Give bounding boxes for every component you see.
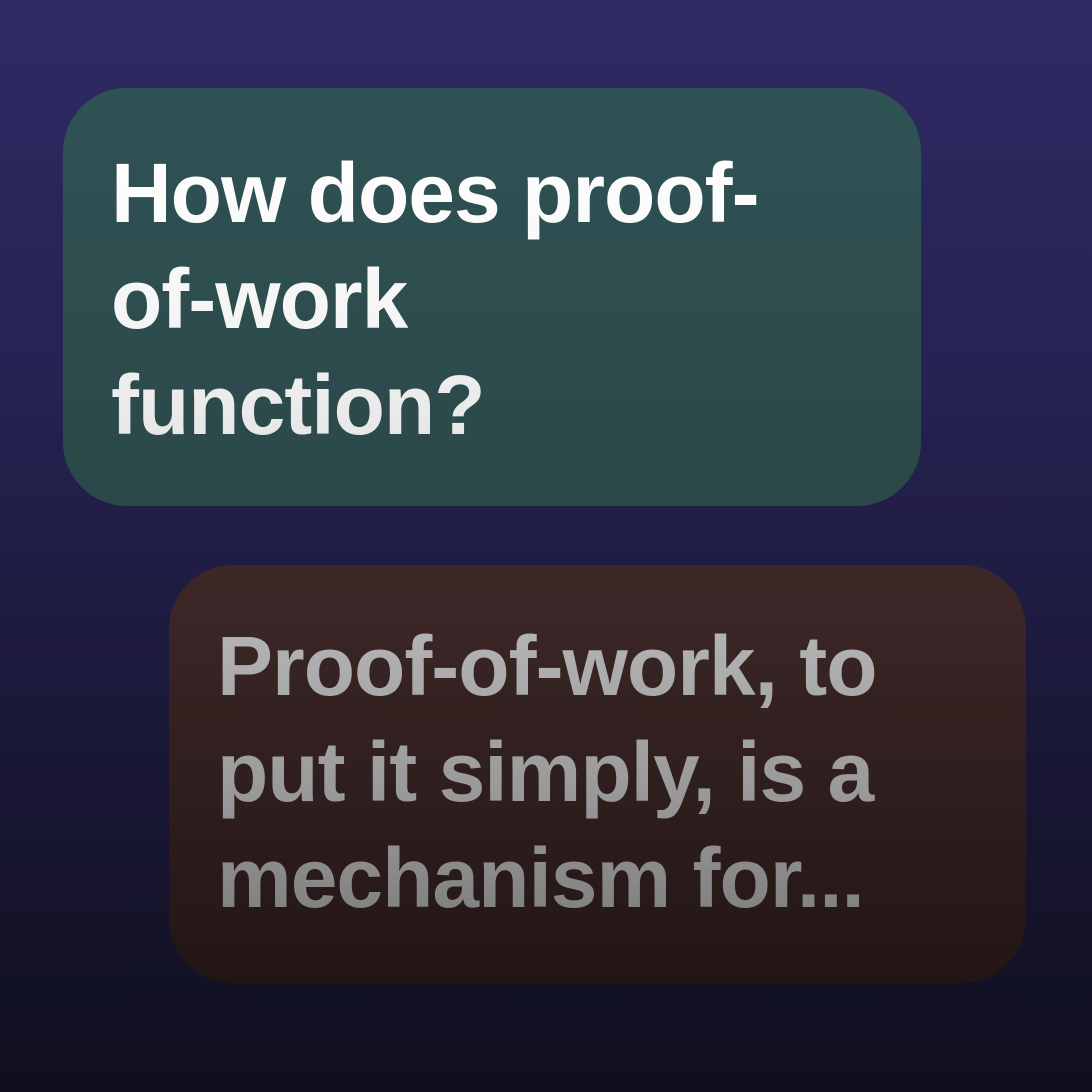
answer-line-3: mechanism for... bbox=[217, 831, 864, 925]
chat-canvas: { "conversation": { "question": { "lines… bbox=[0, 0, 1092, 1092]
question-line-3: function? bbox=[111, 358, 485, 452]
question-line-1: How does proof- bbox=[111, 146, 759, 240]
question-bubble: How does proof- of-work function? bbox=[63, 88, 921, 506]
answer-line-1: Proof-of-work, to bbox=[217, 619, 877, 713]
question-line-2: of-work bbox=[111, 252, 408, 346]
question-text: How does proof- of-work function? bbox=[111, 140, 881, 458]
answer-line-2: put it simply, is a bbox=[217, 725, 874, 819]
answer-bubble: Proof-of-work, to put it simply, is a me… bbox=[169, 565, 1026, 983]
answer-text: Proof-of-work, to put it simply, is a me… bbox=[217, 613, 996, 931]
